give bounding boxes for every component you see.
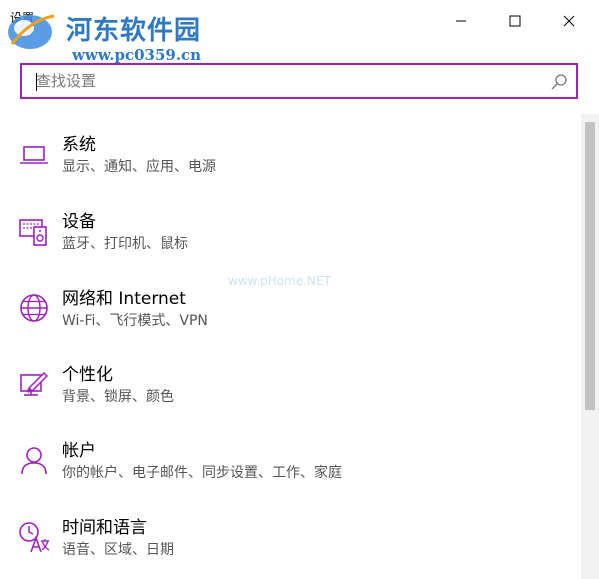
category-title: 时间和语言 — [62, 518, 147, 538]
category-personalization[interactable]: 个性化 背景、锁屏、颜色 — [0, 360, 575, 420]
close-icon — [563, 15, 575, 27]
person-icon — [21, 447, 47, 475]
globe-icon — [20, 294, 48, 322]
category-time-language[interactable]: 时间和语言 语音、区域、日期 — [0, 513, 575, 573]
devices-icon — [19, 219, 47, 246]
category-title: 网络和 Internet — [62, 289, 186, 309]
time-language-icon — [19, 522, 50, 553]
category-desc: 蓝牙、打印机、鼠标 — [62, 236, 188, 252]
title-bar: 设置 河东软件园 www.pc0359.cn — [0, 0, 599, 64]
category-devices[interactable]: 设备 蓝牙、打印机、鼠标 — [0, 207, 575, 267]
minimize-icon — [456, 20, 466, 22]
category-desc: 显示、通知、应用、电源 — [62, 159, 216, 175]
category-accounts[interactable]: 帐户 你的帐户、电子邮件、同步设置、工作、家庭 — [0, 436, 575, 496]
watermark-name: 河东软件园 — [66, 16, 202, 46]
faint-watermark: www.pHome.NET — [228, 274, 331, 288]
search-box[interactable] — [20, 63, 578, 99]
scrollbar-thumb[interactable] — [585, 122, 595, 410]
category-title: 设备 — [62, 212, 96, 232]
category-title: 个性化 — [62, 365, 113, 385]
category-title: 系统 — [62, 135, 96, 155]
category-desc: 语音、区域、日期 — [62, 542, 174, 558]
watermark-logo — [8, 14, 55, 49]
category-desc: 背景、锁屏、颜色 — [62, 389, 174, 405]
paint-icon — [20, 371, 49, 396]
close-button[interactable] — [546, 6, 592, 36]
category-desc: 你的帐户、电子邮件、同步设置、工作、家庭 — [62, 465, 342, 481]
laptop-icon — [20, 146, 48, 164]
search-icon[interactable] — [550, 73, 568, 91]
category-network[interactable]: 网络和 Internet Wi-Fi、飞行模式、VPN — [0, 284, 575, 344]
text-caret — [36, 73, 37, 91]
watermark-url: www.pc0359.cn — [72, 46, 202, 64]
search-input[interactable] — [22, 65, 542, 97]
minimize-button[interactable] — [438, 6, 484, 36]
category-title: 帐户 — [62, 441, 96, 461]
maximize-button[interactable] — [492, 6, 538, 36]
category-system[interactable]: 系统 显示、通知、应用、电源 — [0, 130, 575, 190]
category-desc: Wi-Fi、飞行模式、VPN — [62, 313, 208, 329]
maximize-icon — [509, 15, 521, 27]
